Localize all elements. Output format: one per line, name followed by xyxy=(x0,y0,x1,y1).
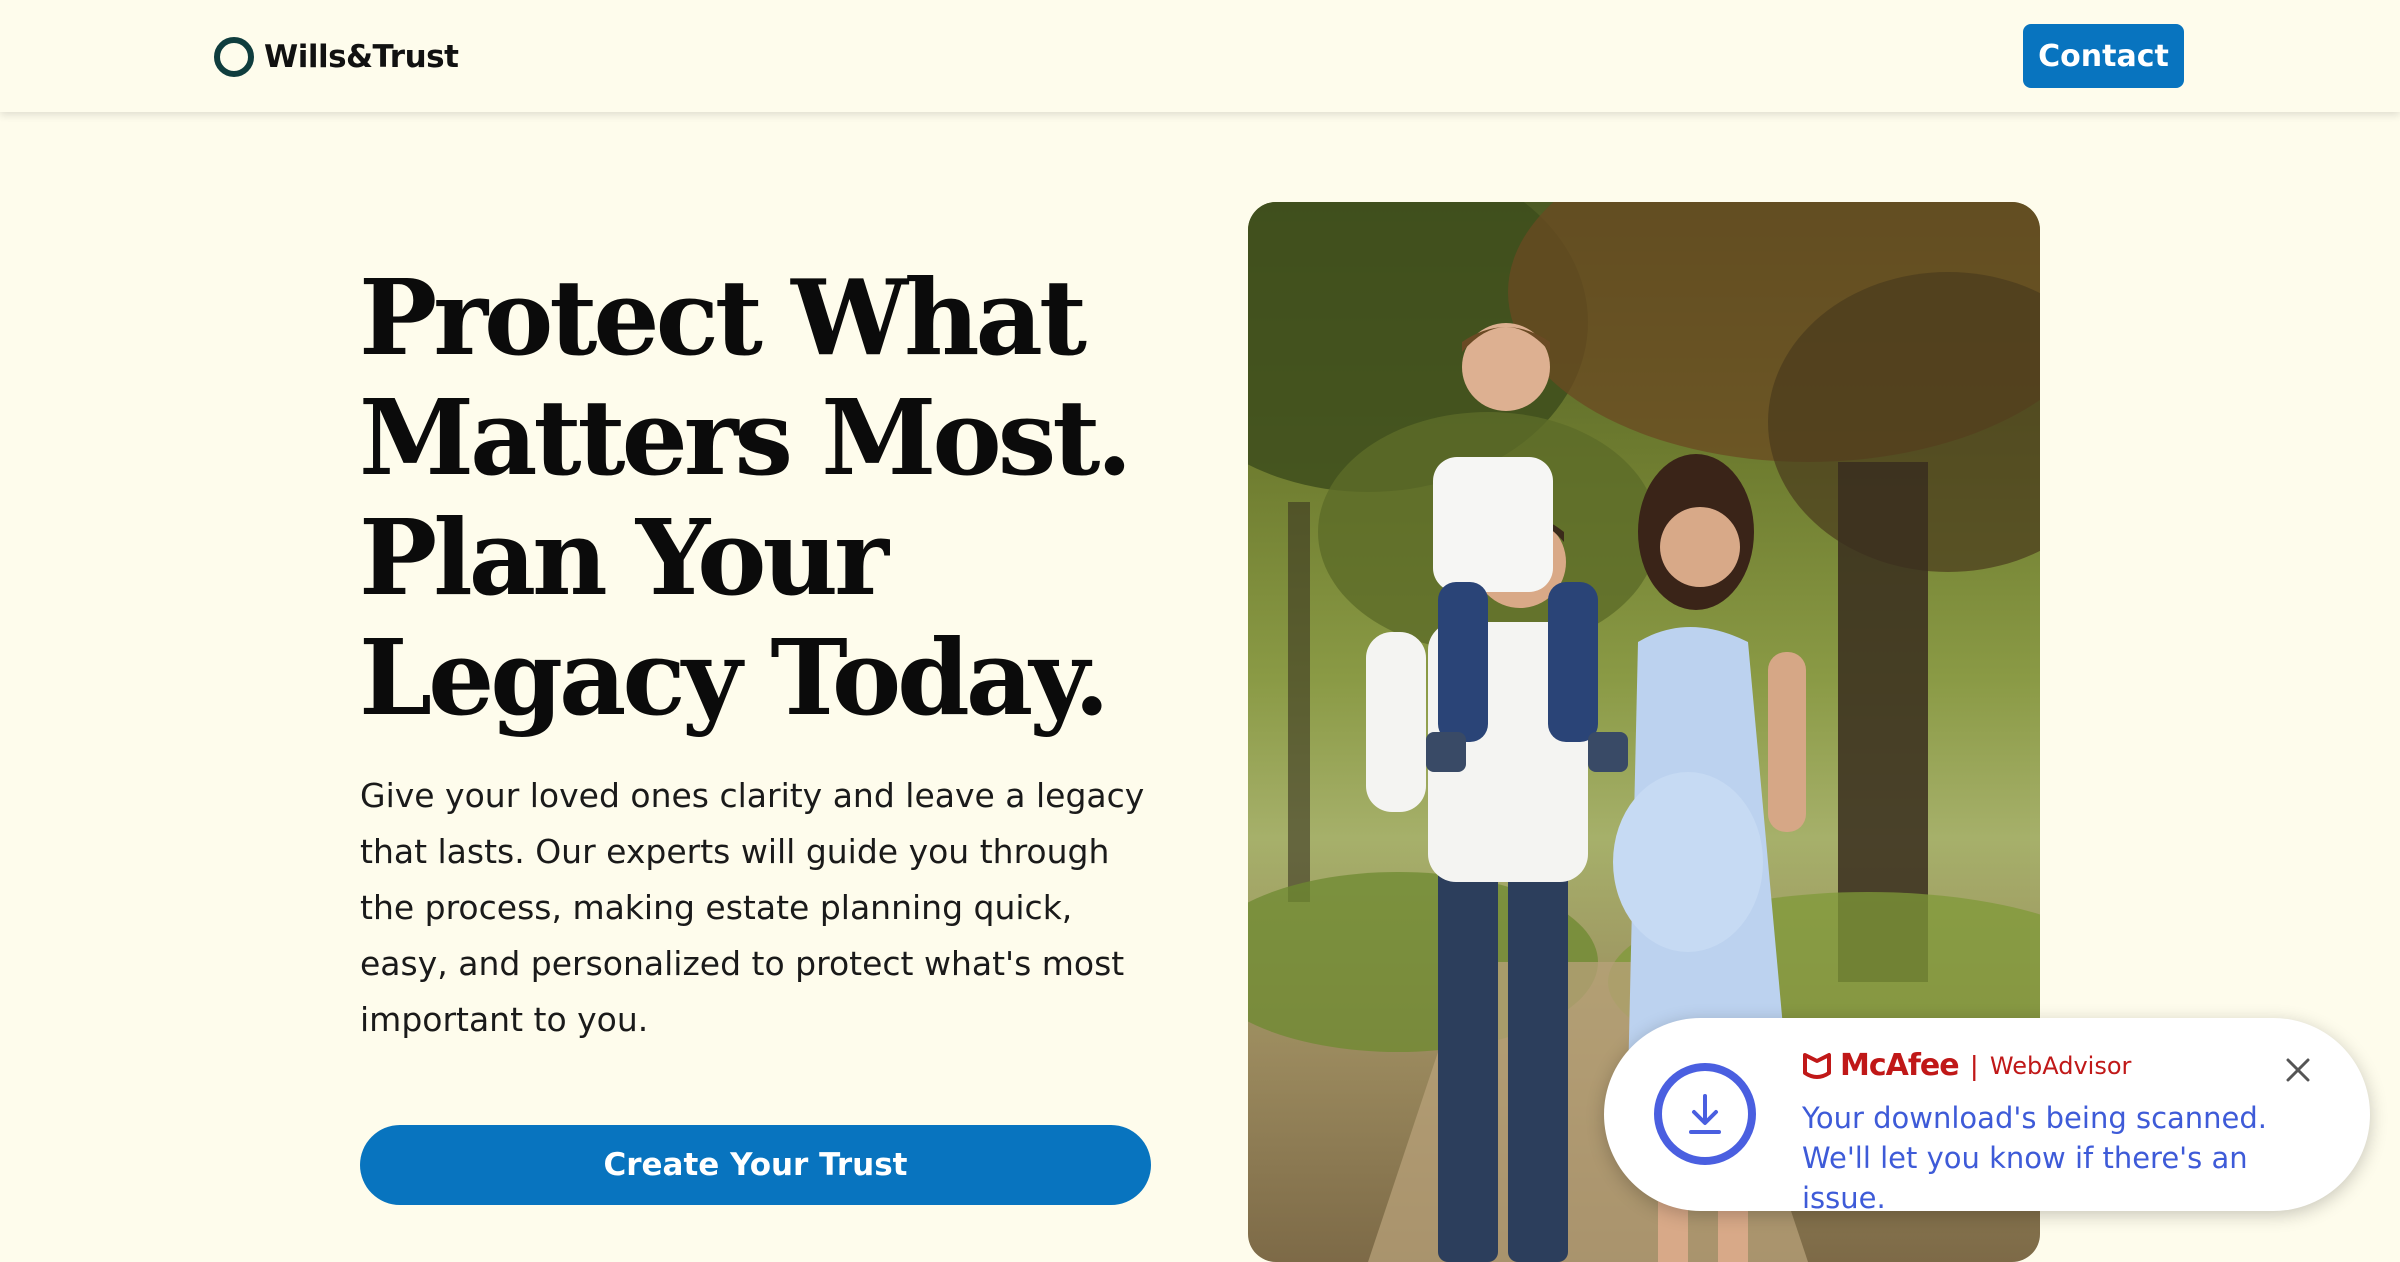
hero-subtitle: Give your loved ones clarity and leave a… xyxy=(360,776,1145,1039)
brand-product: WebAdvisor xyxy=(1989,1051,2132,1080)
download-icon xyxy=(1654,1063,1756,1165)
logo[interactable]: Wills&Trust xyxy=(214,29,459,84)
create-trust-button[interactable]: Create Your Trust xyxy=(360,1125,1151,1205)
brand-separator: | xyxy=(1970,1049,1978,1081)
site-header: Wills&Trust Contact xyxy=(0,0,2400,112)
contact-button[interactable]: Contact xyxy=(2023,24,2184,88)
close-icon[interactable] xyxy=(2276,1048,2320,1092)
logo-text: Wills&Trust xyxy=(264,38,459,75)
mcafee-download-toast: McAfee | WebAdvisor Your download's bein… xyxy=(1604,1018,2370,1215)
mcafee-shield-icon xyxy=(1803,1052,1831,1079)
brand-name: McAfee xyxy=(1840,1048,1960,1083)
logo-ring-icon xyxy=(214,36,254,77)
toast-message: Your download's being scanned. We'll let… xyxy=(1802,1101,2268,1215)
hero-title: Protect What Matters Most. Plan Your Leg… xyxy=(359,256,1133,739)
toast-brand: McAfee | WebAdvisor xyxy=(1802,1048,2131,1083)
